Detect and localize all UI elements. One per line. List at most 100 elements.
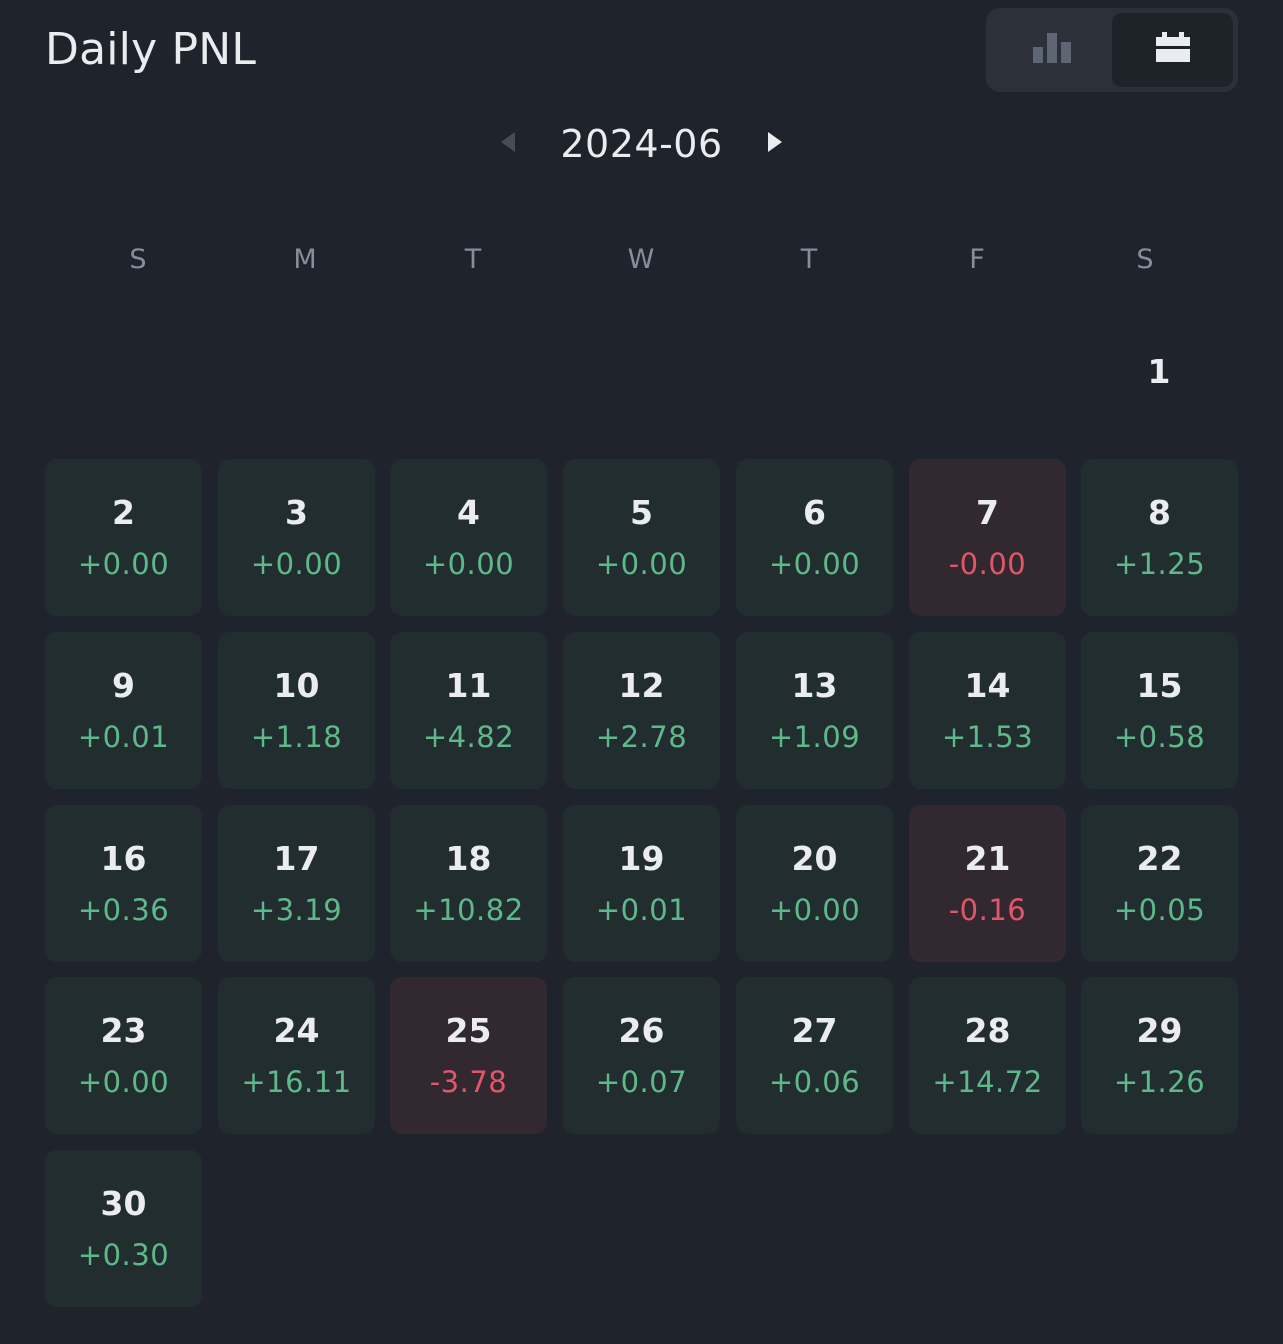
calendar-day-cell[interactable]: 5 +0.00 xyxy=(563,459,720,616)
calendar-day-1[interactable]: 1 xyxy=(1080,352,1238,391)
day-number: 14 xyxy=(964,666,1011,705)
calendar-day-cell[interactable]: 20 +0.00 xyxy=(736,805,893,962)
month-label: 2024-06 xyxy=(560,122,723,166)
chart-view-button[interactable] xyxy=(991,13,1112,87)
day-pnl-value: +1.26 xyxy=(1113,1065,1206,1099)
day-pnl-value: +1.53 xyxy=(941,720,1034,754)
day-pnl-value: -3.78 xyxy=(429,1065,508,1099)
day-number: 21 xyxy=(964,839,1011,878)
day-pnl-value: +3.19 xyxy=(250,893,343,927)
day-number: 2 xyxy=(112,493,135,532)
day-number: 12 xyxy=(618,666,665,705)
calendar-icon xyxy=(1155,32,1190,68)
calendar-day-cell[interactable]: 26 +0.07 xyxy=(563,977,720,1134)
calendar-day-cell[interactable]: 24 +16.11 xyxy=(218,977,375,1134)
day-pnl-value: +0.00 xyxy=(422,547,515,581)
calendar-day-cell[interactable]: 29 +1.26 xyxy=(1081,977,1238,1134)
day-pnl-value: +0.00 xyxy=(768,893,861,927)
calendar-day-cell[interactable]: 14 +1.53 xyxy=(909,632,1066,789)
day-pnl-value: +1.18 xyxy=(250,720,343,754)
day-pnl-value: +0.00 xyxy=(768,547,861,581)
caret-left-icon xyxy=(501,132,516,156)
calendar-day-cell[interactable]: 6 +0.00 xyxy=(736,459,893,616)
day-pnl-value: +1.09 xyxy=(768,720,861,754)
weekday-fri: F xyxy=(969,244,985,275)
calendar-day-cell[interactable]: 25 -3.78 xyxy=(390,977,547,1134)
calendar-day-cell[interactable]: 23 +0.00 xyxy=(45,977,202,1134)
day-pnl-value: +0.58 xyxy=(1113,720,1206,754)
day-number: 6 xyxy=(803,493,826,532)
day-number: 28 xyxy=(964,1011,1011,1050)
day-pnl-value: +2.78 xyxy=(595,720,688,754)
calendar-day-cell[interactable]: 7 -0.00 xyxy=(909,459,1066,616)
day-pnl-value: +0.00 xyxy=(77,1065,170,1099)
weekday-sat: S xyxy=(1136,244,1154,275)
calendar-day-cell[interactable]: 9 +0.01 xyxy=(45,632,202,789)
day-pnl-value: +0.00 xyxy=(595,547,688,581)
day-number: 4 xyxy=(457,493,480,532)
calendar-grid: 2 +0.00 3 +0.00 4 +0.00 5 +0.00 6 +0.00 7 -0.00 8 +1.… xyxy=(45,459,1238,1309)
calendar-day-cell[interactable]: 16 +0.36 xyxy=(45,805,202,962)
weekday-wed: W xyxy=(627,244,655,275)
day-number: 13 xyxy=(791,666,838,705)
calendar-day-cell[interactable]: 17 +3.19 xyxy=(218,805,375,962)
day-pnl-value: +0.00 xyxy=(77,547,170,581)
calendar-day-cell[interactable]: 10 +1.18 xyxy=(218,632,375,789)
prev-month-button[interactable] xyxy=(498,132,518,156)
day-pnl-value: +10.82 xyxy=(413,893,524,927)
page-title: Daily PNL xyxy=(45,24,257,75)
calendar-day-cell[interactable]: 4 +0.00 xyxy=(390,459,547,616)
day-number: 8 xyxy=(1148,493,1171,532)
day-number: 7 xyxy=(976,493,999,532)
day-pnl-value: +0.01 xyxy=(595,893,688,927)
calendar-day-cell[interactable]: 19 +0.01 xyxy=(563,805,720,962)
calendar-view-button[interactable] xyxy=(1112,13,1233,87)
next-month-button[interactable] xyxy=(765,132,785,156)
day-number: 17 xyxy=(273,839,320,878)
calendar-day-cell[interactable]: 27 +0.06 xyxy=(736,977,893,1134)
weekday-header: S M T W T F S xyxy=(45,244,1238,284)
day-number: 19 xyxy=(618,839,665,878)
day-number: 24 xyxy=(273,1011,320,1050)
day-pnl-value: +0.36 xyxy=(77,893,170,927)
calendar-day-cell[interactable]: 22 +0.05 xyxy=(1081,805,1238,962)
calendar-day-cell[interactable]: 13 +1.09 xyxy=(736,632,893,789)
day-pnl-value: +0.05 xyxy=(1113,893,1206,927)
calendar-day-cell[interactable]: 8 +1.25 xyxy=(1081,459,1238,616)
day-number: 18 xyxy=(445,839,492,878)
weekday-sun: S xyxy=(129,244,147,275)
day-number: 23 xyxy=(100,1011,147,1050)
day-number: 15 xyxy=(1136,666,1183,705)
calendar-day-cell[interactable]: 12 +2.78 xyxy=(563,632,720,789)
calendar-day-cell[interactable]: 21 -0.16 xyxy=(909,805,1066,962)
calendar-day-cell[interactable]: 11 +4.82 xyxy=(390,632,547,789)
calendar-day-cell[interactable]: 3 +0.00 xyxy=(218,459,375,616)
day-pnl-value: -0.00 xyxy=(948,547,1027,581)
bar-chart-icon xyxy=(1032,33,1071,67)
day-number: 16 xyxy=(100,839,147,878)
month-navigation: 2024-06 xyxy=(0,118,1283,170)
view-toggle xyxy=(986,8,1238,92)
calendar-day-cell[interactable]: 2 +0.00 xyxy=(45,459,202,616)
day-number: 29 xyxy=(1136,1011,1183,1050)
calendar-day-cell[interactable]: 15 +0.58 xyxy=(1081,632,1238,789)
day-pnl-value: +4.82 xyxy=(422,720,515,754)
daily-pnl-panel: Daily PNL 2024-06 S M T W T F S 1 2 +0.0… xyxy=(0,0,1283,1344)
calendar-day-cell[interactable]: 30 +0.30 xyxy=(45,1150,202,1307)
day-pnl-value: +16.11 xyxy=(241,1065,352,1099)
calendar-day-cell[interactable]: 18 +10.82 xyxy=(390,805,547,962)
day-number: 25 xyxy=(445,1011,492,1050)
day-number: 11 xyxy=(445,666,492,705)
day-number: 3 xyxy=(285,493,308,532)
day-number: 22 xyxy=(1136,839,1183,878)
day-pnl-value: +1.25 xyxy=(1113,547,1206,581)
day-pnl-value: +0.00 xyxy=(250,547,343,581)
calendar-day-cell[interactable]: 28 +14.72 xyxy=(909,977,1066,1134)
day-number: 26 xyxy=(618,1011,665,1050)
weekday-tue: T xyxy=(464,244,482,275)
day-pnl-value: -0.16 xyxy=(948,893,1027,927)
day-pnl-value: +0.01 xyxy=(77,720,170,754)
day-pnl-value: +14.72 xyxy=(932,1065,1043,1099)
day-number: 9 xyxy=(112,666,135,705)
weekday-mon: M xyxy=(293,244,317,275)
